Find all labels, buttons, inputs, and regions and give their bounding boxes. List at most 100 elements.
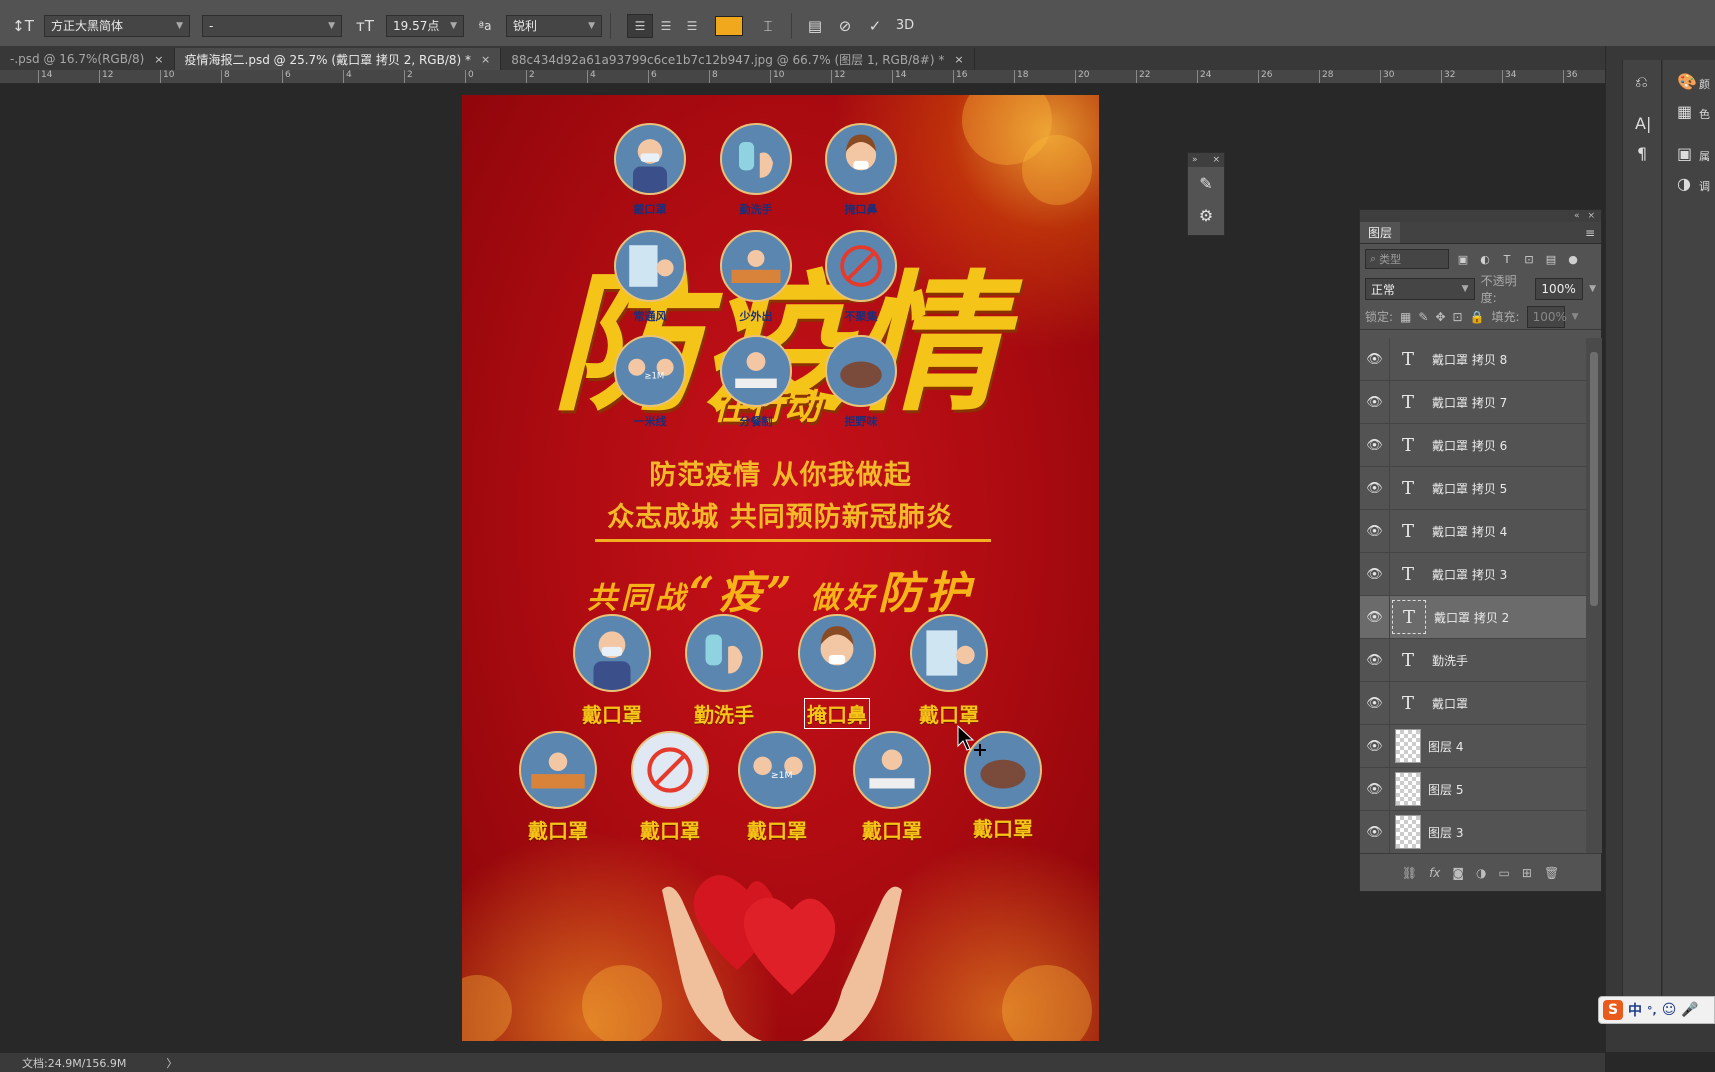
panels-icon[interactable]: ▤ [800,11,830,41]
link-layers-icon[interactable]: ⛓ [1402,866,1417,880]
layer-row[interactable]: 👁 T 戴口罩 拷贝 7 [1360,381,1586,424]
filter-toggle-icon[interactable]: ● [1565,253,1581,266]
shape-filter-icon[interactable]: ⊡ [1521,253,1537,266]
layer-row[interactable]: 👁 T 戴口罩 拷贝 3 [1360,553,1586,596]
brush-settings-icon[interactable]: ⚙ [1188,199,1224,231]
lock-position-icon[interactable]: ✥ [1435,310,1445,324]
font-family-select[interactable]: 方正大黑简体 ▼ [44,14,190,37]
panel-menu-icon[interactable]: ≡ [1579,222,1601,243]
chevron-down-icon[interactable]: ▼ [1572,312,1579,322]
visibility-eye-icon[interactable]: 👁 [1360,424,1390,466]
align-right-icon[interactable]: ☰ [679,14,705,38]
layers-scrollbar[interactable] [1586,338,1602,853]
close-icon[interactable]: × [1587,211,1595,221]
tab-document-3[interactable]: 88c434d92a61a93799c6ce1b7c12b947.jpg @ 6… [501,48,975,70]
delete-layer-icon[interactable]: 🗑 [1544,866,1559,880]
paragraph-icon[interactable]: ¶ [1637,144,1647,163]
history-icon[interactable]: ⎌ [1635,72,1648,92]
close-icon[interactable]: × [1212,155,1220,165]
layer-style-icon[interactable]: fx [1429,866,1440,880]
row1-caption[interactable]: 勤洗手 [669,699,779,728]
visibility-eye-icon[interactable]: 👁 [1360,682,1390,724]
adjustment-filter-icon[interactable]: ◐ [1477,253,1493,266]
ime-punctuation[interactable]: °, [1647,1004,1657,1017]
layer-row[interactable]: 👁 图层 3 [1360,811,1586,853]
layer-row[interactable]: 👁 T 戴口罩 拷贝 4 [1360,510,1586,553]
visibility-eye-icon[interactable]: 👁 [1360,811,1390,853]
visibility-eye-icon[interactable]: 👁 [1360,725,1390,767]
swatches-icon[interactable]: ▦ [1677,102,1692,121]
row2-caption[interactable]: 戴口罩 [948,813,1058,842]
text-filter-icon[interactable]: T [1499,253,1515,266]
visibility-eye-icon[interactable]: 👁 [1360,510,1390,552]
layer-row[interactable]: 👁 T 勤洗手 [1360,639,1586,682]
visibility-eye-icon[interactable]: 👁 [1360,381,1390,423]
layer-row[interactable]: 👁 T 戴口罩 拷贝 8 [1360,338,1586,381]
chevron-down-icon[interactable]: ▼ [1589,284,1596,294]
layer-row[interactable]: 👁 图层 5 [1360,768,1586,811]
scrollbar-thumb[interactable] [1590,352,1598,606]
visibility-eye-icon[interactable]: 👁 [1360,467,1390,509]
properties-icon[interactable]: ▣ [1677,144,1692,163]
lock-image-icon[interactable]: ✎ [1418,310,1428,324]
row1-caption[interactable]: 戴口罩 [557,699,667,728]
close-icon[interactable]: × [481,53,490,66]
visibility-eye-icon[interactable]: 👁 [1360,639,1390,681]
layer-row[interactable]: 👁 T 戴口罩 拷贝 6 [1360,424,1586,467]
lock-artboard-icon[interactable]: ⊡ [1453,310,1463,324]
blend-mode-select[interactable]: 正常 ▼ [1365,278,1475,300]
collapse-icon[interactable]: « [1574,211,1580,221]
visibility-eye-icon[interactable]: 👁 [1360,596,1390,638]
new-group-icon[interactable]: ▭ [1499,866,1510,880]
text-color-swatch[interactable] [715,15,743,36]
collapse-icon[interactable]: » [1192,155,1198,165]
close-icon[interactable]: × [954,53,963,66]
text-orientation-icon[interactable]: ↕T [8,11,38,41]
commit-icon[interactable]: ✓ [860,11,890,41]
layer-row-selected[interactable]: 👁 T 戴口罩 拷贝 2 [1360,596,1586,639]
poster-artboard[interactable]: 防疫情 在行动 戴口罩 勤洗手 掩口鼻 常通风 少外出 不聚集 ≥1M 一米线 … [462,95,1099,1041]
visibility-eye-icon[interactable]: 👁 [1360,553,1390,595]
layer-row[interactable]: 👁 T 戴口罩 [1360,682,1586,725]
tab-document-2[interactable]: 疫情海报二.psd @ 25.7% (戴口罩 拷贝 2, RGB/8) * × [174,48,502,70]
adjustment-layer-icon[interactable]: ◑ [1476,866,1486,880]
new-layer-icon[interactable]: ⊞ [1522,866,1532,880]
font-style-select[interactable]: - ▼ [202,14,342,37]
close-icon[interactable]: × [154,53,163,66]
emoji-icon[interactable]: ☺ [1662,1002,1677,1018]
brush-presets-icon[interactable]: ✎ [1188,167,1224,199]
tab-document-1[interactable]: -.psd @ 16.7%(RGB/8) × [0,48,175,70]
color-icon[interactable]: 🎨 [1677,72,1697,91]
horizontal-ruler[interactable]: 14 12 10 8 6 4 2 0 2 4 6 8 10 12 14 16 1… [0,70,1605,84]
cancel-icon[interactable]: ⊘ [830,11,860,41]
row2-caption[interactable]: 戴口罩 [503,815,613,844]
visibility-eye-icon[interactable]: 👁 [1360,338,1390,380]
row2-caption[interactable]: 戴口罩 [615,815,725,844]
antialias-select[interactable]: 锐利 ▼ [506,14,602,37]
layer-row[interactable]: 👁 图层 4 [1360,725,1586,768]
row2-caption[interactable]: 戴口罩 [837,815,947,844]
visibility-eye-icon[interactable]: 👁 [1360,768,1390,810]
warp-text-icon[interactable]: ⌶ [753,11,783,41]
row2-caption[interactable]: 戴口罩 [722,815,832,844]
align-left-icon[interactable]: ☰ [627,13,653,38]
ime-toolbar[interactable]: S 中 °, ☺ 🎤 [1598,996,1715,1024]
pixel-filter-icon[interactable]: ▣ [1455,253,1471,266]
smart-object-filter-icon[interactable]: ▤ [1543,253,1559,266]
adjustments-icon[interactable]: ◑ [1677,174,1691,193]
row1-caption-editing[interactable]: 掩口鼻 [804,698,870,729]
layer-filter-search[interactable]: ⌕ 类型 [1365,249,1449,269]
ime-language[interactable]: 中 [1628,1000,1642,1020]
tab-layers[interactable]: 图层 [1360,222,1401,243]
add-mask-icon[interactable]: ◙ [1452,866,1464,880]
lock-all-icon[interactable]: 🔒 [1470,310,1485,324]
align-center-icon[interactable]: ☰ [653,14,679,38]
microphone-icon[interactable]: 🎤 [1681,1002,1698,1018]
opacity-field[interactable]: 100% [1535,278,1584,300]
lock-transparent-icon[interactable]: ▦ [1400,310,1411,324]
character-icon[interactable]: A| [1635,114,1651,133]
status-menu-chevron[interactable]: 〉 [166,1055,177,1071]
layer-row[interactable]: 👁 T 戴口罩 拷贝 5 [1360,467,1586,510]
3d-icon[interactable]: 3D [890,11,920,41]
fill-field[interactable]: 100% [1526,305,1567,328]
